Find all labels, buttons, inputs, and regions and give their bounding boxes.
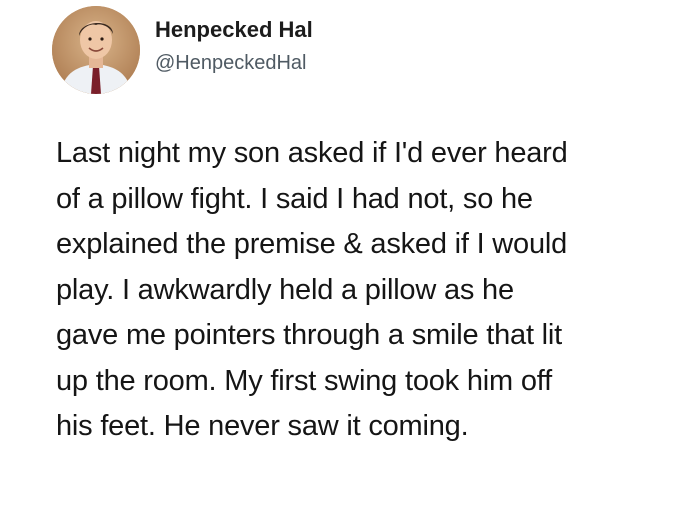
tweet-text-line: explained the premise & asked if I would xyxy=(56,228,568,260)
author-display-name[interactable]: Henpecked Hal xyxy=(155,16,313,44)
tweet-text: Last night my son asked if I'd ever hear… xyxy=(56,131,676,450)
profile-photo-icon xyxy=(52,6,140,94)
author-handle[interactable]: @HenpeckedHal xyxy=(155,50,307,76)
tweet-text-line: play. I awkwardly held a pillow as he xyxy=(56,273,514,306)
tweet-text-line: up the room. My first swing took him off xyxy=(56,364,552,397)
avatar[interactable] xyxy=(52,6,140,94)
tweet-text-line: his feet. He never saw it coming. xyxy=(56,410,469,442)
tweet-text-line: of a pillow fight. I said I had not, so … xyxy=(56,182,533,215)
tweet-text-line: Last night my son asked if I'd ever hear… xyxy=(56,137,568,169)
tweet-text-line: gave me pointers through a smile that li… xyxy=(56,319,563,351)
tweet-card: Henpecked Hal @HenpeckedHal Last night m… xyxy=(0,0,700,513)
